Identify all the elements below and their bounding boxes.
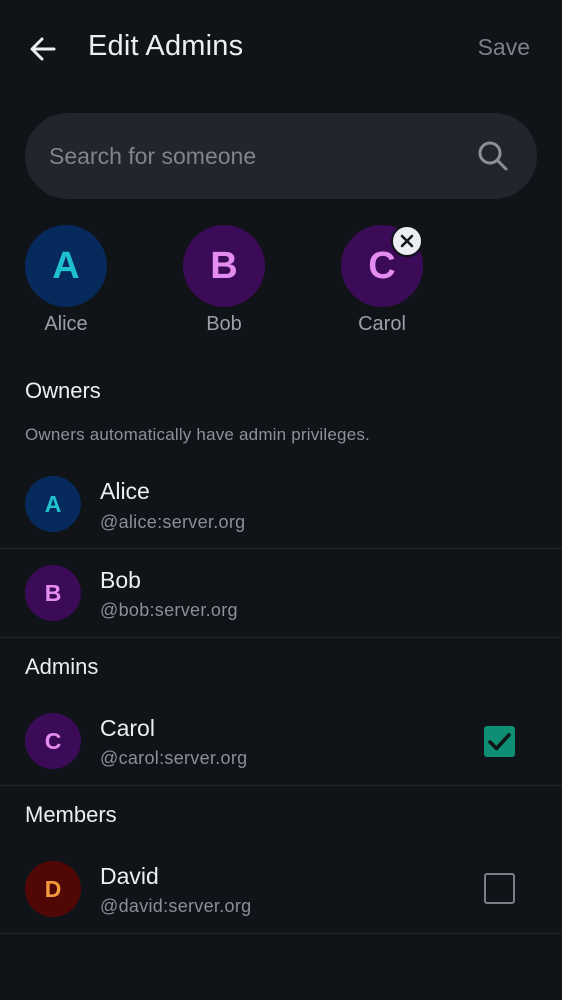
selected-user-name: Bob bbox=[206, 313, 242, 335]
avatar: B bbox=[183, 225, 265, 307]
selected-user-chip[interactable]: A Alice bbox=[25, 225, 107, 336]
selected-user-chip[interactable]: C Carol bbox=[341, 225, 423, 336]
arrow-back-icon bbox=[30, 37, 56, 61]
edit-admins-screen: Edit Admins Save A Alice B Bob C Carol O… bbox=[0, 0, 562, 1000]
avatar: A bbox=[25, 476, 81, 532]
search-input[interactable] bbox=[49, 113, 469, 199]
list-item[interactable]: A Alice @alice:server.org bbox=[0, 461, 562, 549]
admin-checkbox[interactable] bbox=[484, 873, 515, 904]
user-handle: @david:server.org bbox=[100, 896, 252, 916]
list-item[interactable]: D David @david:server.org bbox=[0, 846, 562, 934]
user-name: Bob bbox=[100, 567, 141, 593]
page-title: Edit Admins bbox=[88, 30, 244, 62]
user-name: Carol bbox=[100, 715, 155, 741]
section-title-members: Members bbox=[25, 802, 117, 827]
top-app-bar: Edit Admins Save bbox=[0, 0, 562, 100]
avatar: C bbox=[25, 713, 81, 769]
section-description-owners: Owners automatically have admin privileg… bbox=[25, 425, 370, 444]
list-item[interactable]: B Bob @bob:server.org bbox=[0, 549, 562, 638]
user-handle: @bob:server.org bbox=[100, 600, 238, 620]
user-name: Alice bbox=[100, 478, 150, 504]
list-item[interactable]: C Carol @carol:server.org bbox=[0, 698, 562, 786]
search-bar[interactable] bbox=[25, 113, 537, 199]
back-button[interactable] bbox=[26, 32, 60, 66]
avatar: B bbox=[25, 565, 81, 621]
check-icon bbox=[488, 733, 511, 751]
selected-user-name: Carol bbox=[358, 313, 406, 335]
user-handle: @alice:server.org bbox=[100, 512, 246, 532]
user-name: David bbox=[100, 863, 159, 889]
user-handle: @carol:server.org bbox=[100, 748, 248, 768]
close-icon bbox=[400, 234, 414, 248]
avatar: A bbox=[25, 225, 107, 307]
remove-selected-button[interactable] bbox=[391, 225, 423, 257]
selected-user-name: Alice bbox=[44, 313, 88, 335]
section-title-admins: Admins bbox=[25, 654, 99, 679]
section-title-owners: Owners bbox=[25, 378, 101, 403]
save-button[interactable]: Save bbox=[478, 34, 530, 61]
search-icon[interactable] bbox=[477, 140, 509, 172]
selected-user-chip[interactable]: B Bob bbox=[183, 225, 265, 336]
admin-checkbox[interactable] bbox=[484, 726, 515, 757]
avatar: D bbox=[25, 861, 81, 917]
